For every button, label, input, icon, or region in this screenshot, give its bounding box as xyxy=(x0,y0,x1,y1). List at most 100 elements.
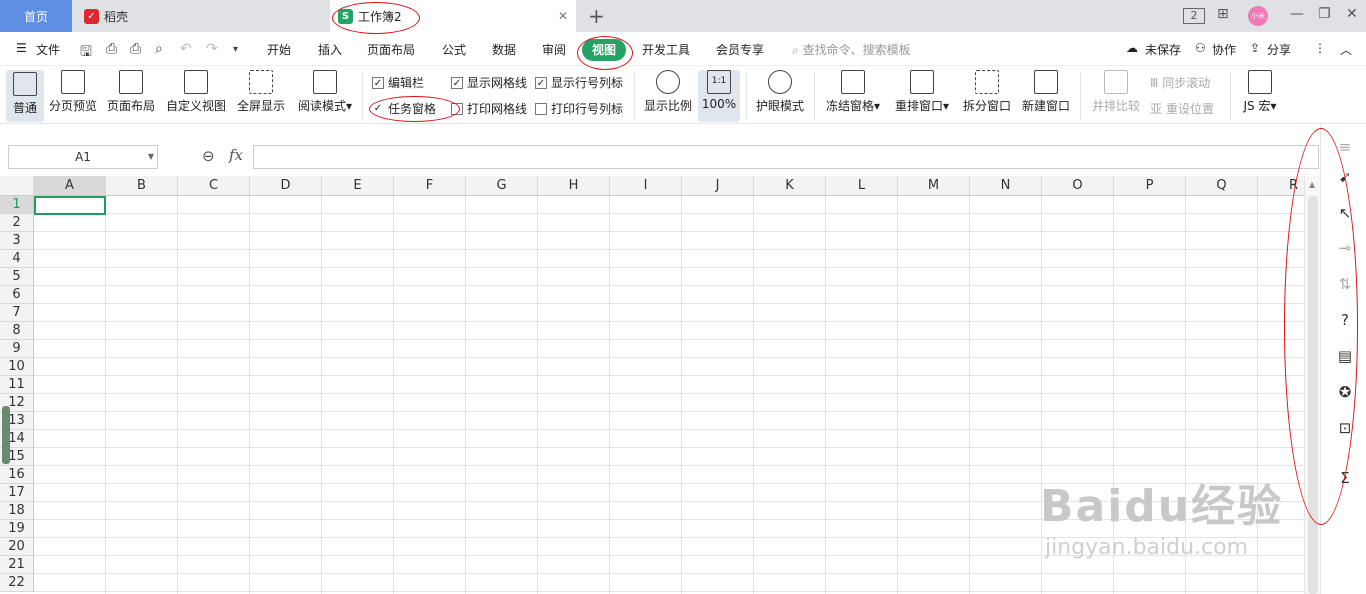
row-header[interactable]: 21 xyxy=(0,556,34,574)
normal-view-button[interactable]: 普通 xyxy=(6,70,44,122)
tab-data[interactable]: 数据 xyxy=(492,41,516,58)
minimize-icon[interactable]: — xyxy=(1290,6,1304,22)
fx-icon[interactable]: fx xyxy=(229,146,243,164)
row-header[interactable]: 20 xyxy=(0,538,34,556)
tab-home[interactable]: 首页 xyxy=(0,0,72,32)
tab-docer[interactable]: ✓ 稻壳 xyxy=(72,0,330,32)
column-header[interactable]: G xyxy=(466,176,538,196)
column-header[interactable]: H xyxy=(538,176,610,196)
freeze-panes-button[interactable]: 冻结窗格▾ xyxy=(823,70,883,114)
column-header[interactable]: Q xyxy=(1186,176,1258,196)
column-header[interactable]: A xyxy=(34,176,106,196)
row-header[interactable]: 4 xyxy=(0,250,34,268)
active-cell[interactable] xyxy=(34,196,106,215)
restore-icon[interactable]: ❐ xyxy=(1318,6,1331,22)
compare-side-by-side-button[interactable]: 并排比较 xyxy=(1090,70,1142,114)
print-icon[interactable]: ⎙ xyxy=(130,41,141,57)
column-header[interactable]: I xyxy=(610,176,682,196)
select-all-corner[interactable] xyxy=(0,176,34,196)
zoom-100-button[interactable]: 1:1 100% xyxy=(698,70,740,122)
hamburger-icon[interactable]: ☰ xyxy=(16,41,27,55)
zoom-icon[interactable]: ⊖ xyxy=(202,147,215,165)
column-header[interactable]: P xyxy=(1114,176,1186,196)
chevron-down-icon[interactable]: ▼ xyxy=(148,146,154,168)
print-gridlines-toggle[interactable]: 打印网格线 xyxy=(451,100,527,117)
row-header[interactable]: 9 xyxy=(0,340,34,358)
page-layout-button[interactable]: 页面布局 xyxy=(106,70,156,114)
reading-mode-button[interactable]: 阅读模式▾ xyxy=(296,70,354,114)
unsaved-status[interactable]: 未保存 xyxy=(1145,41,1181,58)
column-header[interactable]: C xyxy=(178,176,250,196)
print-gridlines-label: 打印网格线 xyxy=(467,102,528,116)
undo-icon[interactable]: ↶ xyxy=(180,41,192,57)
js-macro-button[interactable]: JS 宏▾ xyxy=(1238,70,1282,114)
formula-bar-toggle[interactable]: ✓ 编辑栏 xyxy=(372,74,424,91)
avatar[interactable]: 小米 xyxy=(1248,6,1268,26)
show-headers-toggle[interactable]: ✓ 显示行号列标 xyxy=(535,74,623,91)
tab-insert[interactable]: 插入 xyxy=(318,41,342,58)
row-header[interactable]: 6 xyxy=(0,286,34,304)
tab-formula[interactable]: 公式 xyxy=(442,41,466,58)
tab-developer[interactable]: 开发工具 xyxy=(642,41,690,58)
arrange-windows-button[interactable]: 重排窗口▾ xyxy=(891,70,953,114)
column-header[interactable]: D xyxy=(250,176,322,196)
eye-protection-button[interactable]: 护眼模式 xyxy=(754,70,806,114)
annotation-ellipse xyxy=(332,2,420,34)
column-header[interactable]: O xyxy=(1042,176,1114,196)
more-icon[interactable]: ⋮ xyxy=(1314,41,1326,55)
grid-apps-icon[interactable]: ⊞ xyxy=(1217,6,1229,22)
row-header[interactable]: 22 xyxy=(0,574,34,592)
page-break-preview-button[interactable]: 分页预览 xyxy=(48,70,98,114)
name-box[interactable]: A1 ▼ xyxy=(8,145,158,169)
print-headers-toggle[interactable]: 打印行号列标 xyxy=(535,100,623,117)
column-header[interactable]: L xyxy=(826,176,898,196)
file-menu[interactable]: 文件 xyxy=(36,41,60,58)
formula-input[interactable] xyxy=(253,145,1319,169)
save-icon[interactable]: 🖫 xyxy=(80,41,92,65)
show-gridlines-toggle[interactable]: ✓ 显示网格线 xyxy=(451,74,527,91)
search-command[interactable]: ⌕ 查找命令、搜索模板 xyxy=(792,41,911,58)
new-tab-button[interactable]: + xyxy=(588,4,605,28)
tab-review[interactable]: 审阅 xyxy=(542,41,566,58)
custom-view-button[interactable]: 自定义视图 xyxy=(166,70,226,114)
column-header[interactable]: K xyxy=(754,176,826,196)
collapse-ribbon-icon[interactable]: ︿ xyxy=(1340,41,1352,58)
print-preview-icon[interactable]: ⌕ xyxy=(155,41,163,57)
column-header[interactable]: B xyxy=(106,176,178,196)
sync-scroll-toggle[interactable]: Ⅲ 同步滚动 xyxy=(1150,74,1210,91)
row-header[interactable]: 17 xyxy=(0,484,34,502)
row-header[interactable]: 1 xyxy=(0,196,34,214)
row-header[interactable]: 8 xyxy=(0,322,34,340)
window-count-badge[interactable]: 2 xyxy=(1183,8,1205,24)
zoom-ratio-button[interactable]: 显示比例 xyxy=(642,70,694,114)
row-header[interactable]: 7 xyxy=(0,304,34,322)
close-tab-icon[interactable]: ✕ xyxy=(558,9,568,23)
side-handle[interactable] xyxy=(2,406,10,464)
reset-position-button[interactable]: 亚重设位置 xyxy=(1150,100,1214,117)
row-header[interactable]: 11 xyxy=(0,376,34,394)
export-pdf-icon[interactable]: ⎙ xyxy=(106,41,117,57)
column-header[interactable]: E xyxy=(322,176,394,196)
column-header[interactable]: F xyxy=(394,176,466,196)
column-header[interactable]: M xyxy=(898,176,970,196)
column-header[interactable]: N xyxy=(970,176,1042,196)
tab-member[interactable]: 会员专享 xyxy=(716,41,764,58)
row-header[interactable]: 10 xyxy=(0,358,34,376)
redo-icon[interactable]: ↷ xyxy=(206,41,218,57)
close-window-icon[interactable]: ✕ xyxy=(1346,6,1358,22)
tab-start[interactable]: 开始 xyxy=(267,41,291,58)
split-window-button[interactable]: 拆分窗口 xyxy=(961,70,1013,114)
row-header[interactable]: 5 xyxy=(0,268,34,286)
new-window-button[interactable]: 新建窗口 xyxy=(1020,70,1072,114)
row-header[interactable]: 2 xyxy=(0,214,34,232)
row-header[interactable]: 18 xyxy=(0,502,34,520)
fullscreen-button[interactable]: 全屏显示 xyxy=(236,70,286,114)
column-header[interactable]: J xyxy=(682,176,754,196)
collab-button[interactable]: 协作 xyxy=(1212,41,1236,58)
share-button[interactable]: 分享 xyxy=(1267,41,1291,58)
row-header[interactable]: 19 xyxy=(0,520,34,538)
row-header[interactable]: 16 xyxy=(0,466,34,484)
tab-page-layout[interactable]: 页面布局 xyxy=(367,41,415,58)
chevron-down-icon[interactable]: ▾ xyxy=(233,44,238,55)
row-header[interactable]: 3 xyxy=(0,232,34,250)
